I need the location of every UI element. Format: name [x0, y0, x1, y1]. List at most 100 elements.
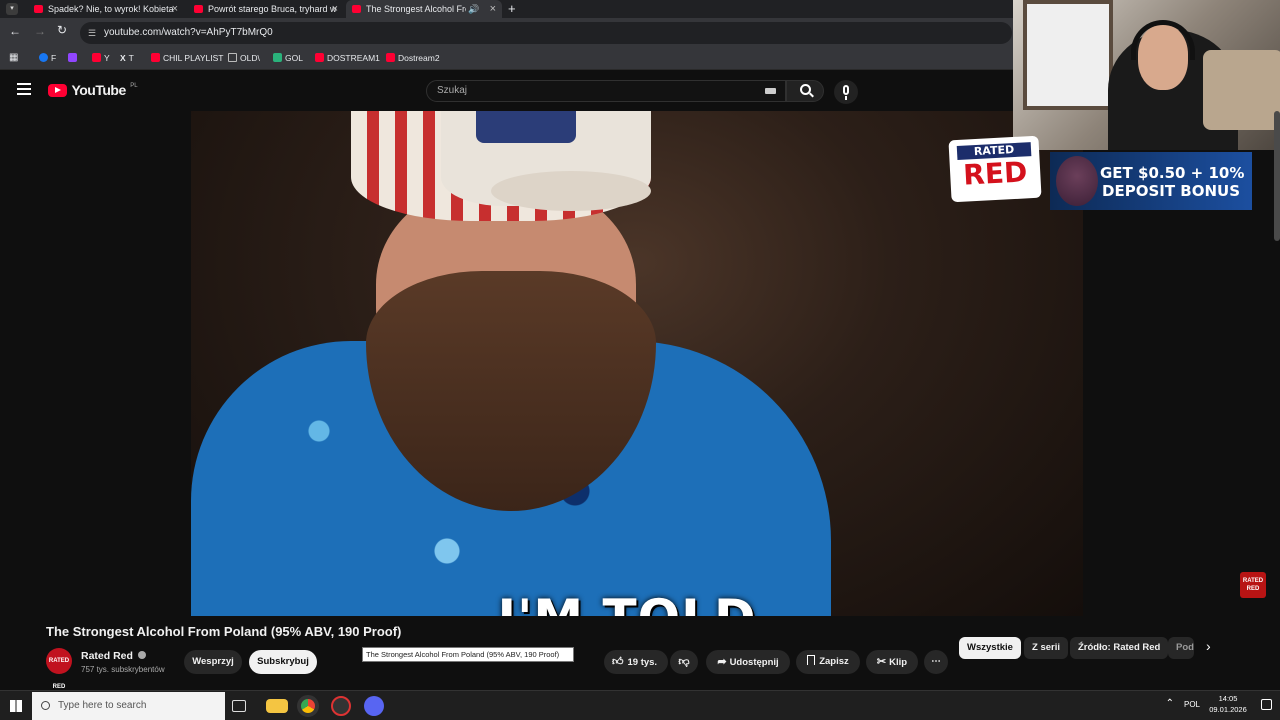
- tab-title: Spadek? Nie, to wyrok! Kobieta: [48, 4, 174, 14]
- language-indicator[interactable]: POL: [1184, 700, 1200, 709]
- channel-name-text: Rated Red: [81, 650, 133, 662]
- discord-icon[interactable]: [364, 696, 384, 716]
- chrome-icon[interactable]: [297, 695, 319, 717]
- hamburger-menu-icon[interactable]: [17, 83, 31, 95]
- ad-line-2: DEPOSIT BONUS: [1102, 182, 1241, 200]
- save-label: Zapisz: [819, 656, 849, 667]
- task-view-icon[interactable]: [232, 700, 246, 712]
- bookmark-label: DOSTREAM1: [327, 53, 380, 63]
- forward-arrow-icon[interactable]: →: [34, 24, 46, 38]
- more-horizontal-icon: ⋯: [931, 656, 941, 667]
- bookmark-icon: [807, 655, 816, 665]
- share-button[interactable]: ➦ Udostępnij: [706, 650, 790, 674]
- thumbs-down-icon: 👎︎: [678, 656, 690, 668]
- close-icon[interactable]: ×: [490, 0, 496, 18]
- speaker-icon[interactable]: 🔊: [468, 0, 479, 18]
- close-icon[interactable]: ×: [172, 0, 178, 18]
- chip-all[interactable]: Wszystkie: [959, 637, 1021, 659]
- keyboard-icon[interactable]: [765, 88, 776, 94]
- microphone-icon: [843, 85, 849, 95]
- deposit-bonus-ad[interactable]: GET $0.50 + 10% DEPOSIT BONUS: [1050, 152, 1252, 210]
- ad-mascot: [1056, 156, 1098, 206]
- dislike-button[interactable]: 👎︎: [670, 650, 698, 674]
- video-frame-cap-brim: [491, 171, 651, 211]
- search-input[interactable]: Szukaj: [426, 80, 786, 102]
- tab-title: The Strongest Alcohol From Poland: [366, 4, 466, 14]
- rated-red-ad-logo: RATED RED: [948, 135, 1042, 203]
- chip-from-source[interactable]: Źródło: Rated Red: [1070, 637, 1169, 659]
- youtube-logo-icon: [48, 84, 67, 97]
- back-arrow-icon[interactable]: ←: [9, 24, 21, 38]
- taskbar-search-input[interactable]: Type here to search: [32, 692, 225, 720]
- channel-name[interactable]: Rated Red: [81, 650, 146, 662]
- browser-tab-active[interactable]: The Strongest Alcohol From Poland 🔊 ×: [346, 0, 502, 18]
- bookmark-x[interactable]: XT: [120, 53, 134, 63]
- bookmark-chil-playlist[interactable]: CHIL PLAYLIST: [151, 53, 223, 63]
- bookmark-old-folder[interactable]: OLD\: [228, 53, 260, 63]
- tab-title: Powrót starego Bruca, tryhard w: [208, 4, 337, 14]
- webcam-window: [1023, 0, 1113, 110]
- clock[interactable]: 14:05 09.01.2026: [1206, 693, 1250, 715]
- share-label: Udostępnij: [729, 657, 779, 668]
- bookmark-label: OLD\: [240, 53, 260, 63]
- windows-taskbar: Type here to search ⌃ POL 14:05 09.01.20…: [0, 690, 1280, 720]
- site-info-icon[interactable]: ☰: [88, 22, 96, 44]
- bookmark-dostream2[interactable]: Dostream2: [386, 53, 440, 63]
- subscribe-button[interactable]: Subskrybuj: [249, 650, 317, 674]
- youtube-favicon-icon: [352, 5, 361, 13]
- folder-icon: [228, 53, 237, 62]
- chip-from-series[interactable]: Z serii: [1024, 637, 1068, 659]
- like-button[interactable]: 👍︎ 19 tys.: [604, 650, 668, 674]
- streamer-webcam: [1013, 0, 1280, 150]
- clip-button[interactable]: ✂ Klip: [866, 650, 918, 674]
- voice-search-button[interactable]: [834, 80, 858, 104]
- save-button[interactable]: Zapisz: [796, 650, 860, 674]
- tab-search-dropdown-icon[interactable]: ▾: [6, 3, 18, 15]
- taskbar-search-placeholder: Type here to search: [58, 700, 147, 711]
- windows-start-icon[interactable]: [10, 700, 22, 712]
- youtube-icon: [386, 53, 395, 62]
- more-actions-button[interactable]: ⋯: [924, 650, 948, 674]
- search-button[interactable]: [786, 80, 824, 102]
- youtube-logo-text: YouTube: [71, 82, 126, 98]
- video-player[interactable]: I'M TOLD.: [191, 111, 1083, 616]
- notification-icon[interactable]: [1261, 699, 1272, 710]
- page-scrollbar[interactable]: [1274, 111, 1280, 241]
- close-icon[interactable]: ×: [332, 0, 338, 18]
- bookmark-dostream1[interactable]: DOSTREAM1: [315, 53, 380, 63]
- channel-watermark[interactable]: RATED RED: [1240, 572, 1266, 598]
- file-explorer-icon[interactable]: [266, 699, 288, 713]
- title-tooltip: The Strongest Alcohol From Poland (95% A…: [362, 647, 574, 662]
- reload-icon[interactable]: ↻: [57, 23, 67, 37]
- webcam-headphones: [1131, 20, 1195, 60]
- bookmark-facebook[interactable]: F: [39, 53, 56, 63]
- chevron-right-icon[interactable]: ›: [1206, 638, 1211, 654]
- region-code: PL: [130, 83, 138, 89]
- ad-line-1: GET $0.50 + 10%: [1100, 164, 1245, 182]
- bookmark-gol[interactable]: GOL: [273, 53, 303, 63]
- share-arrow-icon: ➦: [717, 656, 727, 668]
- youtube-logo[interactable]: YouTube PL: [48, 82, 138, 100]
- ad-logo-bottom: RED: [962, 155, 1029, 192]
- apps-grid-icon[interactable]: ▦: [9, 52, 18, 63]
- url-text: youtube.com/watch?v=AhPyT7bMrQ0: [104, 27, 273, 38]
- browser-tab[interactable]: Powrót starego Bruca, tryhard w ×: [188, 0, 344, 18]
- bookmark-twitch[interactable]: [68, 53, 80, 63]
- clock-time: 14:05: [1218, 694, 1238, 703]
- chevron-up-icon[interactable]: ⌃: [1166, 698, 1174, 709]
- chip-related[interactable]: Pod: [1168, 637, 1194, 659]
- scissors-icon: ✂: [876, 656, 887, 668]
- support-button[interactable]: Wesprzyj: [184, 650, 242, 674]
- x-icon: X: [120, 53, 126, 63]
- app-icon[interactable]: [331, 696, 351, 716]
- new-tab-plus-icon[interactable]: +: [508, 0, 516, 17]
- youtube-icon: [151, 53, 160, 62]
- video-title: The Strongest Alcohol From Poland (95% A…: [46, 624, 402, 639]
- address-bar[interactable]: ☰ youtube.com/watch?v=AhPyT7bMrQ0: [80, 22, 1012, 44]
- browser-tab[interactable]: Spadek? Nie, to wyrok! Kobieta ×: [28, 0, 184, 18]
- channel-avatar[interactable]: RATED RED: [46, 648, 72, 690]
- thumbs-up-icon: 👍︎: [612, 656, 624, 668]
- youtube-favicon-icon: [194, 5, 203, 13]
- bookmark-label: GOL: [285, 53, 303, 63]
- bookmark-youtube[interactable]: Y: [92, 53, 110, 63]
